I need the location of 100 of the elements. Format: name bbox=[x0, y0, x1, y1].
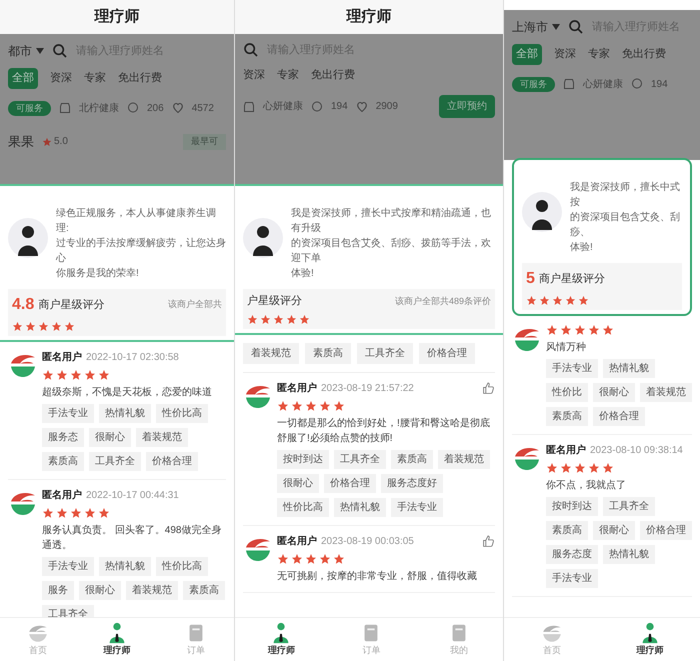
review-tag: 着装规范 bbox=[438, 450, 490, 468]
reviewer-name: 匿名用户 bbox=[42, 488, 82, 503]
filter-tab[interactable]: 专家 bbox=[84, 70, 106, 86]
review-tag: 素质高 bbox=[183, 581, 225, 600]
score-label: 户星级评分 bbox=[247, 294, 302, 309]
reviewer-name: 匿名用户 bbox=[277, 534, 317, 548]
score-value: 5 bbox=[526, 269, 535, 289]
like-count: 4572 bbox=[192, 102, 214, 116]
review-tag: 性价比 bbox=[546, 383, 588, 402]
review-tag: 很耐心 bbox=[593, 383, 635, 402]
filter-tab[interactable]: 专家 bbox=[588, 46, 610, 62]
thumbs-up-icon[interactable] bbox=[482, 534, 495, 548]
review-tag: 很耐心 bbox=[277, 474, 319, 492]
heart-icon bbox=[172, 102, 184, 114]
review-tag: 价格合理 bbox=[640, 521, 692, 540]
filter-tab[interactable]: 资深 bbox=[554, 46, 576, 62]
comment-count: 206 bbox=[147, 102, 164, 116]
reviewer-name: 匿名用户 bbox=[42, 350, 82, 365]
review-tag: 很耐心 bbox=[89, 428, 131, 447]
review-tag: 素质高 bbox=[305, 342, 351, 364]
review-tag: 服务态度好 bbox=[381, 474, 443, 492]
filter-tab[interactable]: 免出行费 bbox=[622, 46, 666, 62]
intro-text: 的资深项目包含艾灸、刮痧、 bbox=[570, 210, 681, 240]
page-title: 理疗师 bbox=[94, 6, 140, 27]
review-tag: 工具齐全 bbox=[89, 452, 141, 471]
review-tag: 素质高 bbox=[42, 452, 84, 471]
review-time: 2023-08-19 00:03:05 bbox=[321, 534, 414, 548]
review-time: 2022-10-17 02:30:58 bbox=[86, 351, 179, 365]
status-badge: 可服务 bbox=[8, 100, 51, 116]
caret-icon bbox=[552, 24, 560, 30]
review-tag: 性价比高 bbox=[277, 498, 329, 516]
like-count: 2909 bbox=[376, 100, 398, 114]
avatar bbox=[8, 218, 48, 258]
shop-icon bbox=[243, 100, 255, 112]
city-selector[interactable]: 上海市 bbox=[512, 18, 560, 36]
filter-tab[interactable]: 免出行费 bbox=[118, 70, 162, 86]
filter-tab[interactable]: 全部 bbox=[512, 44, 542, 64]
comment-icon bbox=[311, 100, 323, 112]
shop-icon bbox=[59, 102, 71, 114]
city-selector[interactable]: 都市 bbox=[8, 42, 44, 60]
nav-tab[interactable]: 理疗师 bbox=[103, 622, 130, 658]
review-tag: 着装规范 bbox=[136, 428, 188, 447]
nav-tab[interactable]: 理疗师 bbox=[636, 622, 664, 658]
review-tag: 性价比高 bbox=[156, 404, 208, 423]
review-tag: 手法专业 bbox=[546, 359, 598, 378]
filter-tab[interactable]: 全部 bbox=[8, 68, 38, 88]
review-tag: 着装规范 bbox=[640, 383, 692, 402]
review-tag: 服务态 bbox=[42, 428, 84, 447]
intro-text: 我是资深技师，擅长中式按 bbox=[570, 180, 681, 210]
search-icon bbox=[243, 42, 259, 58]
shop-name: 心妍健康 bbox=[583, 78, 623, 92]
reviewer-name: 匿名用户 bbox=[546, 443, 586, 458]
nav-tab[interactable]: 订单 bbox=[360, 622, 382, 658]
intro-text: 绿色正规服务，本人从事健康养生调理: bbox=[56, 206, 217, 236]
rating-value: 5.0 bbox=[54, 135, 68, 150]
review-tag: 性价比高 bbox=[156, 557, 208, 576]
review-tag: 很耐心 bbox=[593, 521, 635, 540]
avatar bbox=[243, 218, 283, 258]
caret-icon bbox=[36, 48, 44, 54]
star-icon bbox=[42, 136, 52, 147]
review-tag: 热情礼貌 bbox=[99, 557, 151, 576]
thumbs-up-icon[interactable] bbox=[482, 382, 495, 394]
filter-tab[interactable]: 资深 bbox=[243, 66, 265, 83]
nav-tab[interactable]: 首页 bbox=[27, 622, 50, 658]
review-tag: 素质高 bbox=[546, 521, 588, 540]
review-total: 该商户全部共 bbox=[168, 298, 222, 312]
review-text: 一切都是那么的恰到好处，!腰背和臀这哈是彻底舒服了!必须给点赞的技师! bbox=[277, 416, 491, 446]
review-total: 该商户全部共489条评价 bbox=[394, 294, 491, 308]
review-tag: 价格合理 bbox=[324, 474, 376, 492]
score-value: 4.8 bbox=[12, 295, 34, 315]
filter-tab[interactable]: 免出行费 bbox=[311, 66, 355, 83]
comment-count: 194 bbox=[331, 100, 348, 114]
shop-name: 心妍健康 bbox=[263, 100, 303, 114]
search-icon bbox=[52, 43, 68, 59]
review-text: 服务认真负责。 回头客了。498做完全身通透。 bbox=[42, 524, 222, 553]
status-badge: 可服务 bbox=[512, 76, 555, 92]
review-tag: 热情礼貌 bbox=[334, 498, 386, 516]
book-button[interactable]: 立即预约 bbox=[439, 95, 495, 118]
comment-icon bbox=[631, 78, 643, 90]
review-tag: 价格合理 bbox=[419, 342, 475, 364]
review-time: 2023-08-10 09:38:14 bbox=[590, 444, 683, 458]
shop-icon bbox=[563, 78, 575, 90]
score-label: 商户星级评分 bbox=[538, 272, 605, 287]
review-tag: 价格合理 bbox=[146, 452, 198, 471]
review-tag: 很耐心 bbox=[79, 581, 121, 600]
review-tag: 热情礼貌 bbox=[99, 404, 151, 423]
review-tag: 着装规范 bbox=[243, 342, 299, 364]
nav-tab[interactable]: 理疗师 bbox=[268, 622, 295, 658]
review-time: 2022-10-17 00:44:31 bbox=[86, 489, 179, 503]
nav-tab[interactable]: 订单 bbox=[184, 622, 207, 658]
review-tag: 热情礼貌 bbox=[603, 359, 655, 378]
review-tag: 工具齐全 bbox=[357, 342, 413, 364]
review-text: 你不点，我就点了 bbox=[546, 478, 627, 493]
nav-tab[interactable]: 首页 bbox=[540, 622, 563, 658]
review-tag: 热情礼貌 bbox=[603, 545, 655, 564]
intro-text: 过专业的手法按摩缓解疲劳，让您达身心 bbox=[56, 236, 226, 266]
nav-tab[interactable]: 我的 bbox=[448, 622, 470, 658]
filter-tab[interactable]: 专家 bbox=[277, 66, 299, 83]
filter-tab[interactable]: 资深 bbox=[50, 70, 72, 86]
review-text: 超级奈斯，不愧是天花板，恋爱的味道 bbox=[42, 386, 213, 400]
